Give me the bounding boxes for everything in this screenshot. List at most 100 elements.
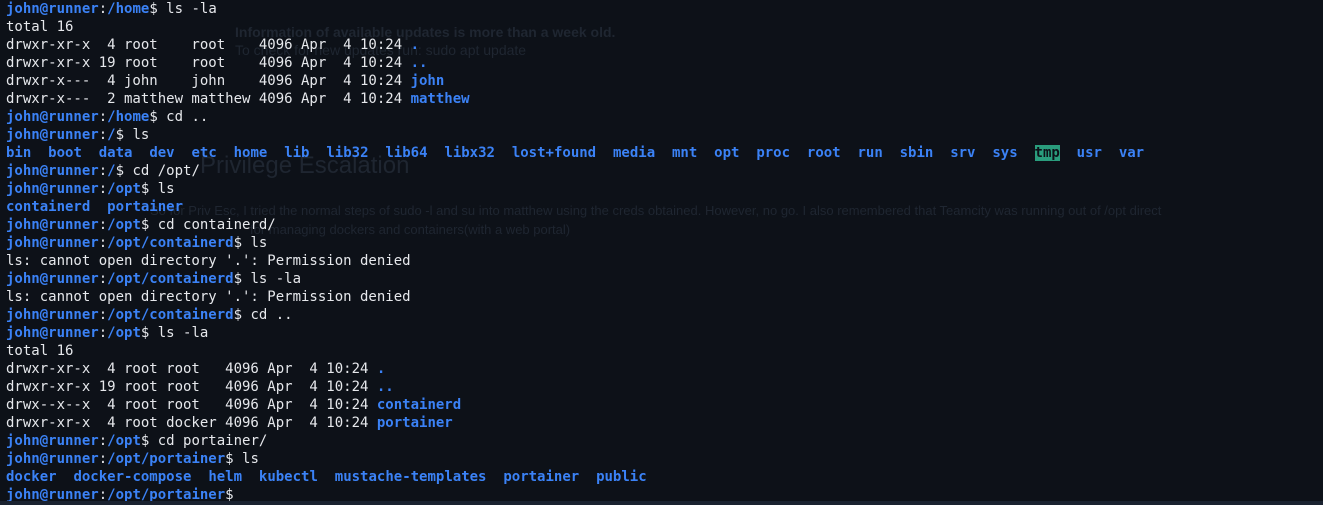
- prompt-symbol: $: [233, 307, 251, 323]
- directory-name: usr: [1076, 145, 1102, 161]
- listing-gap: [175, 145, 192, 161]
- output-line: total 16: [6, 342, 1316, 360]
- entry-name: containerd: [376, 397, 462, 413]
- prompt-symbol: $: [115, 163, 133, 179]
- entry-details: drwxr-xr-x 4 root docker 4096 Apr 4 10:2…: [6, 415, 377, 431]
- directory-name: lib32: [326, 145, 369, 161]
- listing-entry: drwxr-xr-x 4 root root 4096 Apr 4 10:24 …: [6, 36, 1316, 54]
- prompt-user: john@runner: [6, 307, 99, 323]
- listing-gap: [31, 145, 48, 161]
- directory-name: data: [98, 145, 133, 161]
- listing-gap: [1060, 145, 1077, 161]
- entry-details: drwxr-xr-x 4 root root 4096 Apr 4 10:24: [6, 37, 411, 53]
- command-text: cd containerd/: [157, 217, 276, 233]
- output-text: total 16: [6, 19, 74, 35]
- directory-name: sys: [992, 145, 1018, 161]
- terminal-output: john@runner:/home$ ls -la total 16 drwxr-x…: [6, 0, 1316, 504]
- prompt-line: john@runner:/opt$ cd portainer/: [6, 432, 1316, 450]
- prompt-line: john@runner:/$ ls: [6, 126, 1316, 144]
- prompt-line: john@runner:/opt/containerd$ cd ..: [6, 306, 1316, 324]
- command-text: cd ..: [166, 109, 209, 125]
- directory-name: mnt: [672, 145, 698, 161]
- listing-gap: [57, 469, 74, 485]
- output-text: total 16: [6, 343, 74, 359]
- prompt-user: john@runner: [6, 235, 99, 251]
- command-text: ls: [157, 181, 175, 197]
- prompt-path: /opt/containerd: [107, 235, 234, 251]
- directory-name: portainer: [503, 469, 580, 485]
- command-text: ls -la: [157, 325, 209, 341]
- listing-gap: [655, 145, 672, 161]
- prompt-path: /opt: [107, 181, 141, 197]
- prompt-path: /: [107, 127, 116, 143]
- entry-name: ..: [376, 379, 394, 395]
- command-text: ls -la: [166, 1, 217, 17]
- prompt-line: john@runner:/home$ cd ..: [6, 108, 1316, 126]
- listing-gap: [1018, 145, 1035, 161]
- listing-entry: drwxr-xr-x 19 root root 4096 Apr 4 10:24…: [6, 378, 1316, 396]
- entry-details: drwxr-x--- 2 matthew matthew 4096 Apr 4 …: [6, 91, 411, 107]
- prompt-line: john@runner:/home$ ls -la: [6, 0, 1316, 18]
- directory-name: helm: [208, 469, 243, 485]
- entry-name: john: [410, 73, 445, 89]
- listing-entry: drwxr-x--- 4 john john 4096 Apr 4 10:24 …: [6, 72, 1316, 90]
- directory-name: kubectl: [258, 469, 318, 485]
- entry-name: .: [410, 37, 420, 53]
- directory-name: docker-compose: [73, 469, 192, 485]
- entry-name: ..: [410, 55, 428, 71]
- directory-name: tmp: [1034, 145, 1060, 161]
- prompt-user: john@runner: [6, 163, 99, 179]
- prompt-symbol: $: [140, 433, 158, 449]
- prompt-user: john@runner: [6, 1, 99, 17]
- listing-gap: [90, 199, 107, 215]
- prompt-line: john@runner:/opt$ ls -la: [6, 324, 1316, 342]
- listing-entry: drwxr-xr-x 4 root docker 4096 Apr 4 10:2…: [6, 414, 1316, 432]
- listing-gap: [596, 145, 613, 161]
- listing-gap: [310, 145, 327, 161]
- prompt-path: /opt/containerd: [107, 307, 234, 323]
- directory-name: libx32: [444, 145, 495, 161]
- directory-name: mustache-templates: [334, 469, 487, 485]
- output-text: ls: cannot open directory '.': Permissio…: [6, 289, 411, 305]
- directory-name: run: [857, 145, 883, 161]
- entry-details: drwxr-xr-x 4 root root 4096 Apr 4 10:24: [6, 361, 377, 377]
- directory-name: bin: [6, 145, 32, 161]
- entry-details: drwxr-xr-x 19 root root 4096 Apr 4 10:24: [6, 55, 411, 71]
- prompt-separator: :: [98, 217, 108, 233]
- prompt-user: john@runner: [6, 127, 99, 143]
- listing-gap: [1102, 145, 1119, 161]
- prompt-user: john@runner: [6, 271, 99, 287]
- entry-name: .: [376, 361, 386, 377]
- command-text: ls: [242, 451, 259, 467]
- command-text: cd portainer/: [157, 433, 268, 449]
- listing-gap: [428, 145, 445, 161]
- listing-gap: [697, 145, 714, 161]
- listing-gap: [976, 145, 993, 161]
- listing-entry: drwx--x--x 4 root root 4096 Apr 4 10:24 …: [6, 396, 1316, 414]
- prompt-symbol: $: [115, 127, 133, 143]
- prompt-separator: :: [98, 235, 108, 251]
- listing-gap: [790, 145, 807, 161]
- prompt-separator: :: [98, 181, 108, 197]
- prompt-user: john@runner: [6, 451, 99, 467]
- prompt-separator: :: [98, 307, 108, 323]
- prompt-line: john@runner:/opt/containerd$ ls: [6, 234, 1316, 252]
- directory-name: home: [233, 145, 268, 161]
- listing-gap: [132, 145, 149, 161]
- directory-name: proc: [756, 145, 791, 161]
- prompt-path: /opt: [107, 433, 141, 449]
- terminal-window[interactable]: Information of available updates is more…: [0, 0, 1323, 505]
- prompt-line: john@runner:/opt/portainer$ ls: [6, 450, 1316, 468]
- directory-name: lib: [284, 145, 310, 161]
- entry-details: drwxr-xr-x 19 root root 4096 Apr 4 10:24: [6, 379, 377, 395]
- prompt-separator: :: [98, 109, 108, 125]
- directory-name: sbin: [899, 145, 934, 161]
- prompt-symbol: $: [233, 235, 251, 251]
- directory-name: boot: [48, 145, 82, 161]
- prompt-user: john@runner: [6, 325, 99, 341]
- listing-gap: [242, 469, 259, 485]
- listing-gap: [82, 145, 99, 161]
- entry-details: drwx--x--x 4 root root 4096 Apr 4 10:24: [6, 397, 377, 413]
- directory-name: public: [596, 469, 647, 485]
- command-text: cd ..: [250, 307, 293, 323]
